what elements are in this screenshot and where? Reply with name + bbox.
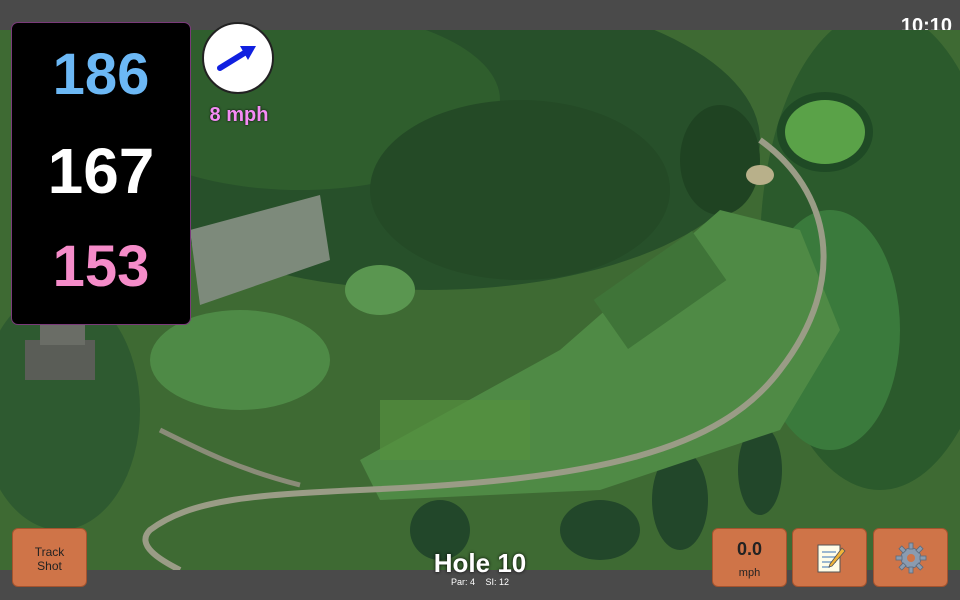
notepad-icon <box>817 544 846 573</box>
gear-icon <box>895 542 927 574</box>
track-shot-label-1: Track <box>34 545 65 559</box>
wind-speed: 8 mph <box>209 104 269 126</box>
speed-unit: mph <box>738 567 761 579</box>
stroke-index: SI: 12 <box>485 577 510 587</box>
track-shot-button[interactable]: Track Shot <box>12 528 87 587</box>
back-distance: 186 <box>52 42 150 107</box>
distance-panel: 186 167 153 <box>11 22 191 325</box>
wind-indicator <box>202 22 274 94</box>
middle-distance: 167 <box>47 135 155 207</box>
front-distance: 153 <box>52 234 150 299</box>
speed-button[interactable]: 0.0 mph <box>712 528 787 587</box>
track-shot-label-2: Shot <box>37 559 62 573</box>
settings-button[interactable] <box>873 528 948 587</box>
hole-info: Par: 4 SI: 12 <box>380 577 580 587</box>
par-value: Par: 4 <box>450 577 475 587</box>
notes-button[interactable] <box>792 528 867 587</box>
wind-arrow-icon <box>217 46 256 71</box>
speed-value: 0.0 <box>736 539 763 559</box>
hole-title: Hole 10 <box>433 548 527 578</box>
